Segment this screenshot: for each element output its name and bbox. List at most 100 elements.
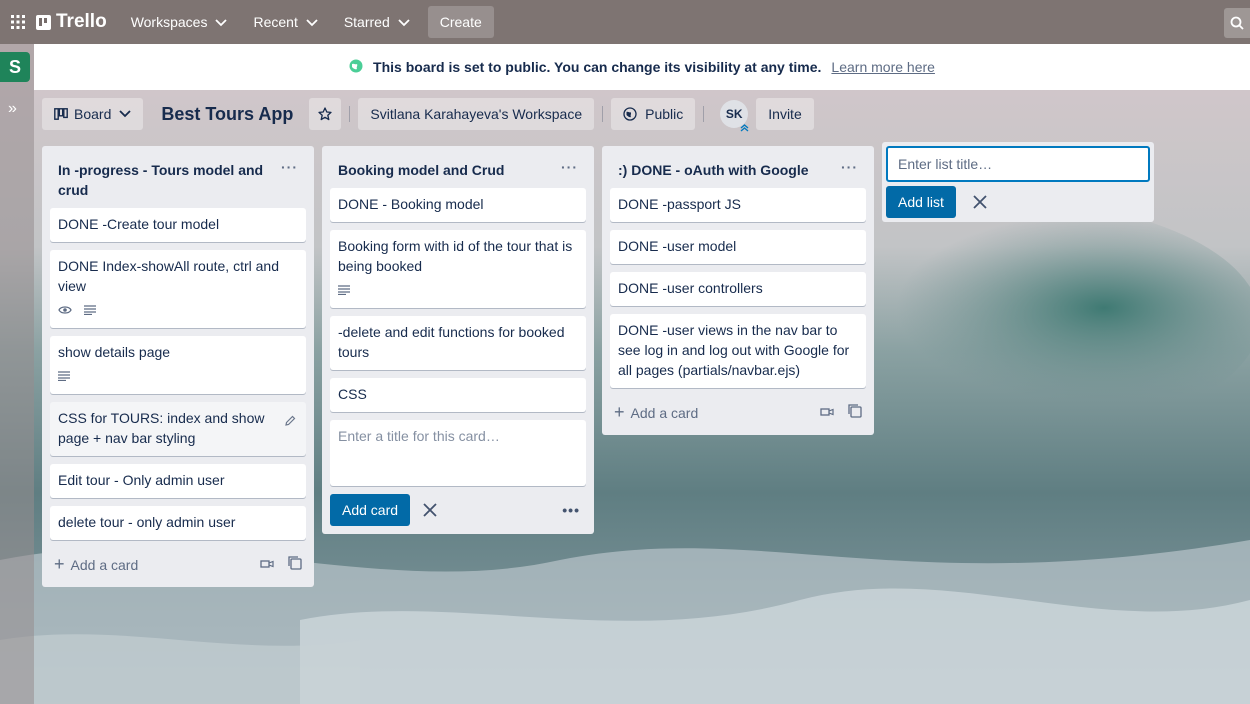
card-badges (338, 280, 578, 300)
list-menu-icon[interactable]: ··· (841, 160, 858, 180)
learn-more-link[interactable]: Learn more here (831, 59, 935, 75)
globe-icon (349, 59, 363, 76)
card-title: CSS for TOURS: index and show page + nav… (58, 410, 265, 446)
workspace-avatar[interactable]: S (0, 52, 30, 82)
description-icon (338, 280, 350, 300)
public-board-banner: This board is set to public. You can cha… (34, 44, 1250, 90)
card[interactable]: Edit tour - Only admin user (50, 464, 306, 498)
list-title[interactable]: Booking model and Crud (338, 160, 558, 180)
member-avatar[interactable]: SK (720, 100, 749, 132)
card-title: Edit tour - Only admin user (58, 472, 225, 488)
card-composer-controls: Add card ••• (330, 494, 586, 534)
invite-button[interactable]: Invite (756, 98, 814, 130)
card[interactable]: CSS (330, 378, 586, 412)
board-view-icon (54, 108, 68, 120)
star-board-button[interactable] (309, 98, 342, 130)
chevron-down-icon (306, 14, 318, 30)
close-icon[interactable] (972, 194, 988, 210)
list-title[interactable]: In -progress - Tours model and crud (58, 160, 278, 200)
add-list-controls: Add list (886, 186, 1150, 218)
record-video-icon[interactable] (820, 404, 834, 421)
card-title: DONE -Create tour model (58, 216, 220, 232)
card[interactable]: DONE -Create tour model (50, 208, 306, 242)
visibility-button[interactable]: Public (611, 98, 696, 130)
card[interactable]: DONE Index-showAll route, ctrl and view (50, 250, 306, 328)
template-icon[interactable] (288, 556, 302, 573)
list-in-progress: In -progress - Tours model and crud ··· … (42, 146, 314, 587)
nav-recent-button[interactable]: Recent (243, 6, 327, 38)
add-card-submit-button[interactable]: Add card (330, 494, 411, 526)
card[interactable]: DONE -user views in the nav bar to see l… (610, 314, 866, 388)
card-title: DONE -user model (618, 238, 737, 254)
card[interactable]: DONE -passport JS (610, 188, 866, 222)
card-title: -delete and edit functions for booked to… (338, 324, 565, 360)
card-badges (58, 366, 298, 386)
card[interactable]: show details page (50, 336, 306, 394)
list-header: In -progress - Tours model and crud ··· (50, 146, 306, 208)
eye-icon (58, 300, 72, 320)
card-title: CSS (338, 386, 367, 402)
board-header: Board Best Tours App Svitlana Karahayeva… (34, 90, 1250, 138)
workspace-button[interactable]: Svitlana Karahayeva's Workspace (358, 98, 595, 130)
star-icon (318, 107, 333, 121)
card-title: delete tour - only admin user (58, 514, 236, 530)
record-video-icon[interactable] (260, 556, 274, 573)
admin-chevrons-icon (740, 124, 749, 132)
workspace-sidebar: S » (0, 44, 34, 704)
trello-logo-icon (36, 14, 51, 30)
footer-icons (246, 556, 302, 573)
banner-text: This board is set to public. You can cha… (373, 59, 822, 75)
list-header: :) DONE - oAuth with Google ··· (610, 146, 866, 188)
add-card-label: Add a card (630, 404, 699, 421)
card[interactable]: CSS for TOURS: index and show page + nav… (50, 402, 306, 456)
card[interactable]: DONE -user model (610, 230, 866, 264)
visibility-label: Public (645, 106, 684, 122)
board-title[interactable]: Best Tours App (161, 104, 293, 125)
list-title-input[interactable]: Enter list title… (886, 146, 1150, 182)
logo-text: Trello (56, 11, 107, 32)
card[interactable]: -delete and edit functions for booked to… (330, 316, 586, 370)
list-footer: + Add a card (50, 548, 306, 587)
card-composer-input[interactable]: Enter a title for this card… (330, 420, 586, 486)
header-divider (602, 106, 604, 122)
list-header: Booking model and Crud ··· (330, 146, 586, 188)
add-card-label: Add a card (70, 556, 139, 573)
card[interactable]: DONE - Booking model (330, 188, 586, 222)
nav-workspaces-button[interactable]: Workspaces (121, 6, 238, 38)
add-list-button[interactable]: Add list (886, 186, 956, 218)
list-title[interactable]: :) DONE - oAuth with Google (618, 160, 838, 180)
card[interactable]: DONE -user controllers (610, 272, 866, 306)
card-title: DONE -user controllers (618, 280, 763, 296)
list-menu-icon[interactable]: ··· (281, 160, 298, 200)
board-view-switcher[interactable]: Board (42, 98, 144, 130)
header-divider (703, 106, 705, 122)
card-title: show details page (58, 344, 171, 360)
list-menu-icon[interactable]: ··· (561, 160, 578, 180)
search-icon[interactable] (1224, 8, 1250, 38)
chevron-down-icon (215, 14, 228, 30)
chevron-down-icon (398, 14, 410, 30)
close-icon[interactable] (422, 502, 438, 518)
description-icon (84, 300, 96, 320)
pencil-icon[interactable] (284, 412, 296, 432)
add-card-button[interactable]: + Add a card (614, 402, 698, 423)
add-card-button[interactable]: + Add a card (54, 554, 138, 575)
card[interactable]: delete tour - only admin user (50, 506, 306, 540)
member-initials: SK (725, 107, 743, 121)
card[interactable]: Booking form with id of the tour that is… (330, 230, 586, 308)
grid-icon[interactable] (4, 8, 32, 36)
list-oauth: :) DONE - oAuth with Google ··· DONE -pa… (602, 146, 874, 435)
card-title: DONE -passport JS (618, 196, 741, 212)
template-icon[interactable] (848, 404, 862, 421)
more-options-icon[interactable]: ••• (562, 502, 586, 518)
create-button[interactable]: Create (427, 6, 494, 38)
trello-logo[interactable]: Trello (36, 11, 107, 33)
footer-icons (806, 404, 862, 421)
nav-starred-button[interactable]: Starred (334, 6, 420, 38)
expand-sidebar-icon[interactable]: » (8, 100, 17, 118)
plus-icon: + (54, 554, 65, 574)
list-booking: Booking model and Crud ··· DONE - Bookin… (322, 146, 594, 534)
card-title: Booking form with id of the tour that is… (338, 238, 573, 274)
board-view-label: Board (74, 106, 112, 122)
card-badges (58, 300, 298, 320)
